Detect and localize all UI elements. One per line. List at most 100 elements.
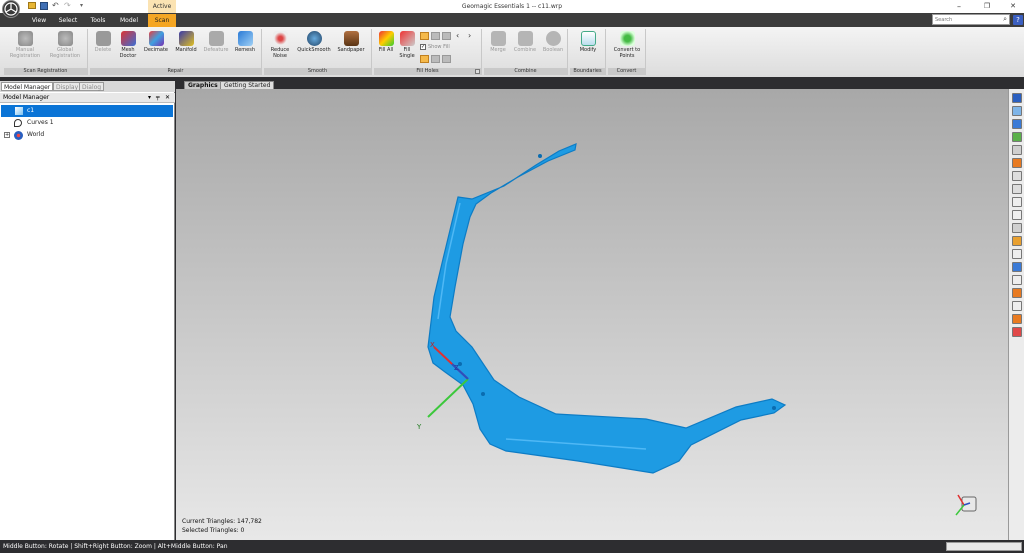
view-tool-icon[interactable] [1012, 301, 1022, 311]
fill-type-button-2[interactable] [431, 55, 440, 63]
view-tool-icon[interactable] [1012, 327, 1022, 337]
group-label-smooth: Smooth [264, 68, 371, 75]
boolean-button[interactable]: Boolean [540, 31, 566, 53]
mesh-doctor-label: Mesh Doctor [119, 47, 137, 59]
view-tool-icon[interactable] [1012, 119, 1022, 129]
convert-to-points-button[interactable]: Convert to Points [610, 31, 644, 59]
search-box[interactable]: ⌕ [932, 14, 1010, 25]
search-input[interactable] [933, 15, 997, 24]
view-tool-icon[interactable] [1012, 262, 1022, 272]
z-axis-label: Z [454, 364, 459, 372]
fill-mode-button-3[interactable] [442, 32, 451, 40]
quick-access-dropdown-icon[interactable]: ▾ [80, 1, 86, 10]
view-tool-icon[interactable] [1012, 275, 1022, 285]
tab-model[interactable]: Model [116, 14, 142, 27]
undo-icon[interactable]: ↶ [52, 1, 61, 10]
sandpaper-label: Sandpaper [337, 47, 365, 53]
expand-icon[interactable]: + [4, 132, 10, 138]
group-label-repair: Repair [90, 68, 261, 75]
defeature-button[interactable]: Defeature [202, 31, 230, 53]
defeature-label: Defeature [203, 47, 229, 53]
mesh-doctor-button[interactable]: Mesh Doctor [116, 31, 140, 59]
boolean-label: Boolean [542, 47, 564, 53]
fill-mode-button-1[interactable] [420, 32, 429, 40]
panel-menu-icon[interactable]: ▾ [148, 93, 151, 103]
y-axis-label: Y [416, 423, 422, 431]
fill-single-button[interactable]: Fill Single [397, 31, 417, 59]
view-tool-icon[interactable] [1012, 210, 1022, 220]
view-tool-icon[interactable] [1012, 236, 1022, 246]
convert-to-points-icon [619, 31, 635, 46]
panel-tab-strip: Model Manager Display Dialog [0, 81, 175, 92]
show-fill-checkbox[interactable]: ✓ [420, 44, 426, 50]
fill-all-button[interactable]: Fill All [376, 31, 396, 53]
reduce-noise-icon [272, 31, 288, 46]
combine-button[interactable]: Combine [512, 31, 538, 53]
curve-icon [14, 119, 22, 127]
app-logo[interactable] [2, 0, 20, 18]
sandpaper-button[interactable]: Sandpaper [334, 31, 368, 53]
view-tool-icon[interactable] [1012, 184, 1022, 194]
view-tool-icon[interactable] [1012, 171, 1022, 181]
tab-scan[interactable]: Scan [148, 14, 176, 27]
next-hole-icon[interactable]: › [468, 31, 476, 40]
modify-button[interactable]: Modify [572, 31, 604, 53]
tab-tools[interactable]: Tools [86, 14, 110, 27]
tree-item-curves-1[interactable]: Curves 1 [1, 117, 173, 129]
remesh-button[interactable]: Remesh [232, 31, 258, 53]
restore-button[interactable]: ❐ [978, 0, 996, 13]
search-icon[interactable]: ⌕ [1003, 15, 1007, 24]
quick-save-icon[interactable] [40, 2, 48, 10]
tab-graphics[interactable]: Graphics [184, 81, 222, 89]
status-bar: Middle Button: Rotate | Shift+Right Butt… [0, 540, 1024, 553]
reduce-noise-button[interactable]: Reduce Noise [266, 31, 294, 59]
view-tool-icon[interactable] [1012, 223, 1022, 233]
defeature-icon [208, 31, 224, 46]
graphics-viewport[interactable]: X Y Z Current Triangles: 147,782 Selecte… [176, 89, 1008, 540]
view-tool-icon[interactable] [1012, 249, 1022, 259]
view-tool-icon[interactable] [1012, 197, 1022, 207]
quicksmooth-button[interactable]: QuickSmooth [296, 31, 332, 53]
view-tool-icon[interactable] [1012, 288, 1022, 298]
view-tool-icon[interactable] [1012, 93, 1022, 103]
tree-item-c1[interactable]: c1 [1, 105, 173, 117]
fill-mode-button-2[interactable] [431, 32, 440, 40]
view-toolbar [1008, 89, 1024, 540]
minimize-button[interactable]: – [950, 0, 968, 13]
view-tool-icon[interactable] [1012, 158, 1022, 168]
view-tool-icon[interactable] [1012, 314, 1022, 324]
tab-getting-started[interactable]: Getting Started [220, 81, 275, 89]
global-registration-icon [57, 31, 73, 46]
fill-single-label: Fill Single [399, 47, 415, 59]
tab-select[interactable]: Select [56, 14, 80, 27]
delete-button[interactable]: Delete [92, 31, 114, 53]
decimate-button[interactable]: Decimate [142, 31, 170, 53]
tab-model-manager[interactable]: Model Manager [1, 82, 54, 91]
fill-type-button-3[interactable] [442, 55, 451, 63]
redo-icon[interactable]: ↷ [64, 1, 73, 10]
quick-open-icon[interactable] [28, 2, 36, 9]
fill-holes-options-icon[interactable] [475, 69, 480, 74]
view-tool-icon[interactable] [1012, 145, 1022, 155]
panel-pin-icon[interactable]: ╤ [156, 93, 160, 103]
scanned-mesh-model[interactable] [427, 143, 787, 474]
panel-close-icon[interactable]: ✕ [165, 93, 170, 103]
previous-hole-icon[interactable]: ‹ [456, 31, 464, 40]
manual-registration-button[interactable]: Manual Registration [6, 31, 44, 59]
tree-item-world[interactable]: + World [1, 129, 173, 141]
view-tool-icon[interactable] [1012, 132, 1022, 142]
orientation-cube[interactable] [955, 494, 977, 516]
view-tool-icon[interactable] [1012, 106, 1022, 116]
fill-all-label: Fill All [378, 47, 394, 53]
manifold-button[interactable]: Manifold [172, 31, 200, 53]
group-label-fill-holes: Fill Holes [374, 68, 481, 75]
fill-type-button-1[interactable] [420, 55, 429, 63]
model-canvas[interactable]: X Y Z [176, 89, 1008, 540]
tab-dialog[interactable]: Dialog [79, 82, 105, 91]
help-icon[interactable]: ? [1013, 15, 1023, 25]
tab-view[interactable]: View [28, 14, 50, 27]
tab-display[interactable]: Display [53, 82, 82, 91]
global-registration-button[interactable]: Global Registration [46, 31, 84, 59]
close-button[interactable]: ✕ [1004, 0, 1022, 13]
merge-button[interactable]: Merge [486, 31, 510, 53]
